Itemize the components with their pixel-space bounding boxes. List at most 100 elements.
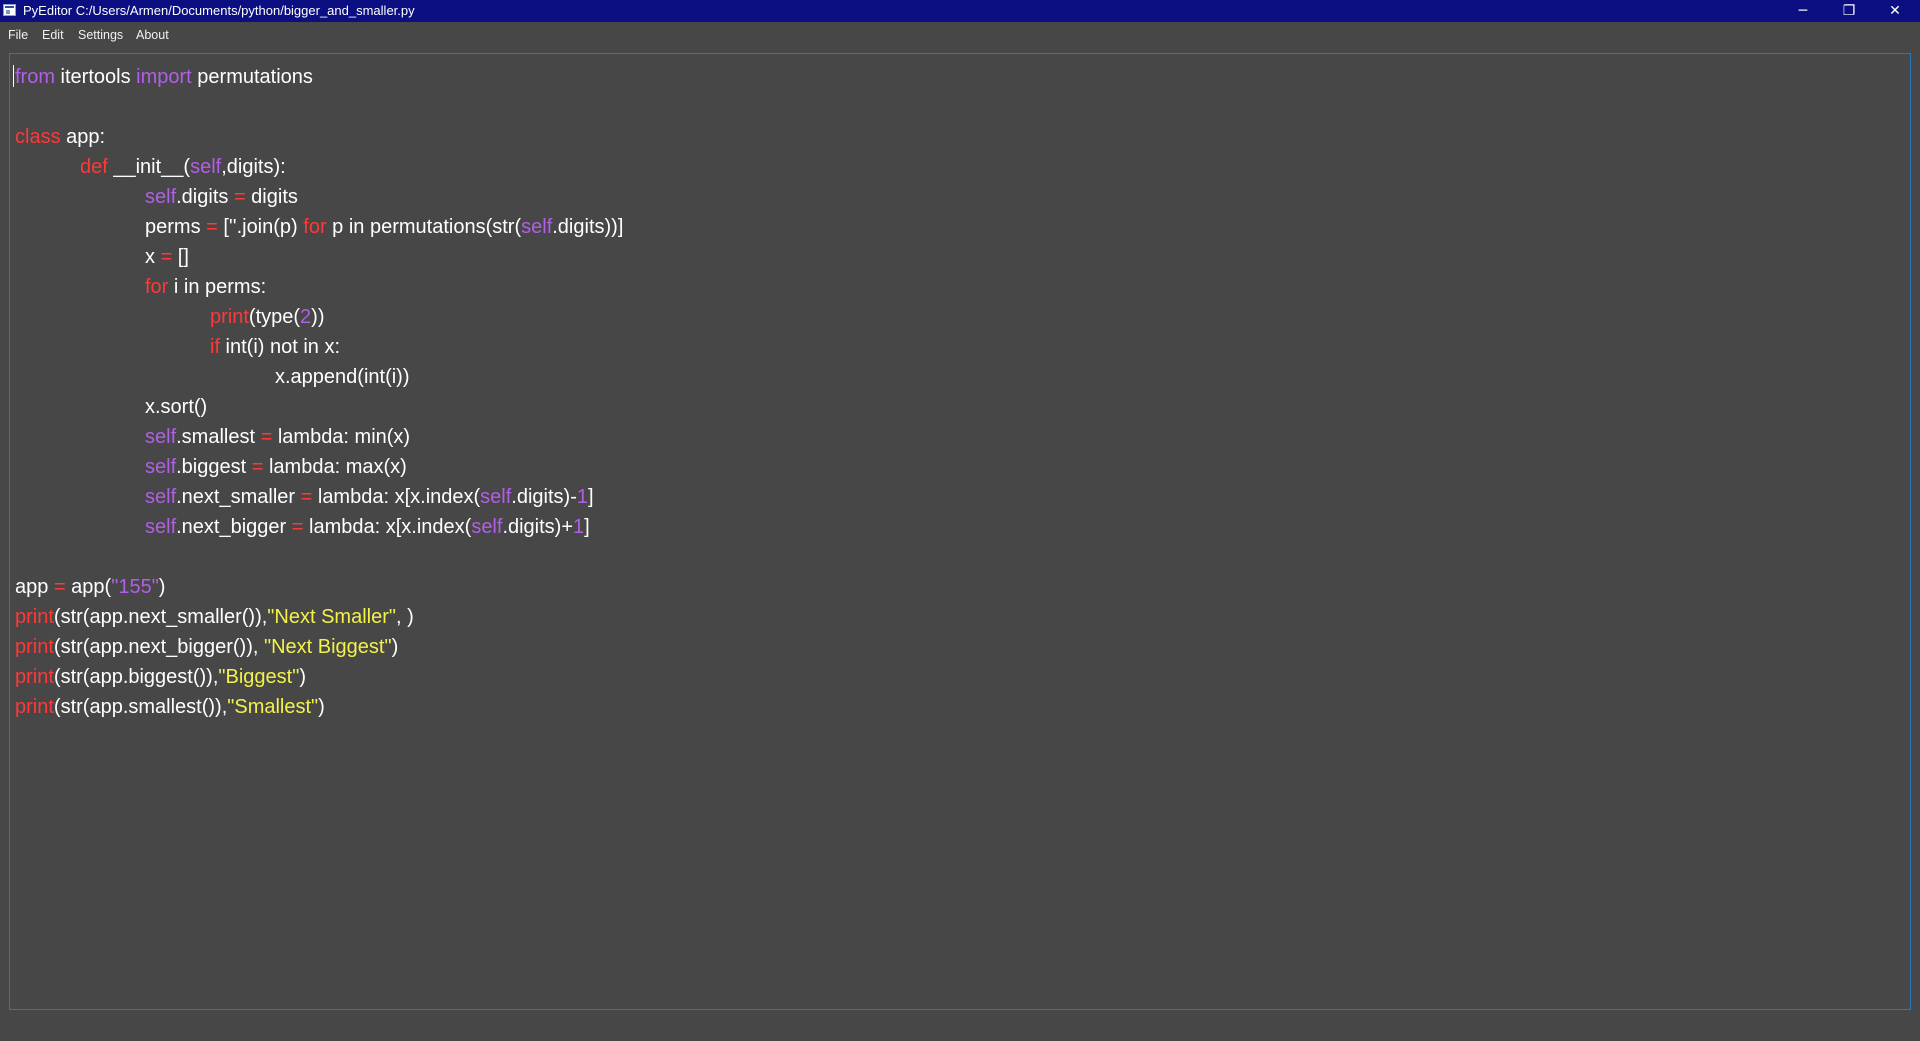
code-token: self bbox=[145, 456, 177, 478]
code-token: print bbox=[15, 636, 54, 658]
code-token: 2 bbox=[300, 306, 312, 328]
code-token: itertools bbox=[55, 66, 137, 88]
app-icon bbox=[3, 4, 16, 16]
code-token: "Smallest" bbox=[227, 696, 319, 718]
code-token: .biggest bbox=[176, 456, 252, 478]
code-token: .digits)- bbox=[511, 486, 577, 508]
code-line: self.next_smaller = lambda: x[x.index(se… bbox=[15, 482, 1910, 512]
code-token: self bbox=[521, 216, 553, 238]
code-token: 1 bbox=[573, 516, 585, 538]
code-text-area[interactable]: from itertools import permutations class … bbox=[15, 62, 1910, 1009]
code-line: for i in perms: bbox=[15, 272, 1910, 302]
close-button[interactable]: ✕ bbox=[1872, 0, 1918, 22]
code-token: def bbox=[80, 156, 108, 178]
code-token: "Next Smaller" bbox=[267, 606, 396, 628]
code-token: print bbox=[15, 606, 54, 628]
code-token: i in perms: bbox=[168, 276, 267, 298]
code-line: self.digits = digits bbox=[15, 182, 1910, 212]
code-token: = bbox=[206, 216, 218, 238]
code-token: self bbox=[471, 516, 503, 538]
code-token: (str(app.smallest()), bbox=[53, 696, 228, 718]
code-token: __init__( bbox=[107, 156, 191, 178]
code-token: self bbox=[145, 426, 177, 448]
code-line: print(str(app.biggest()),"Biggest") bbox=[15, 662, 1910, 692]
code-token: for bbox=[303, 216, 327, 238]
code-line: print(type(2)) bbox=[15, 302, 1910, 332]
code-token: p in permutations(str( bbox=[326, 216, 522, 238]
code-line: print(str(app.smallest()),"Smallest") bbox=[15, 692, 1910, 722]
code-token: [''.join(p) bbox=[217, 216, 304, 238]
code-token: "155" bbox=[111, 576, 159, 598]
menu-bar: File Edit Settings About bbox=[0, 22, 1920, 46]
code-token: , ) bbox=[395, 606, 414, 628]
status-bar bbox=[0, 1010, 1920, 1041]
window-title: PyEditor C:/Users/Armen/Documents/python… bbox=[23, 3, 415, 18]
code-editor[interactable]: from itertools import permutations class … bbox=[9, 53, 1911, 1010]
code-token: .digits))] bbox=[552, 216, 624, 238]
code-token: app: bbox=[60, 126, 106, 148]
code-token: (str(app.biggest()), bbox=[53, 666, 219, 688]
code-line: x = [] bbox=[15, 242, 1910, 272]
code-token: import bbox=[136, 66, 192, 88]
code-token: "Next Biggest" bbox=[263, 636, 392, 658]
menu-about[interactable]: About bbox=[136, 27, 169, 43]
code-token: = bbox=[233, 186, 246, 208]
code-token: print bbox=[15, 666, 54, 688]
code-line: print(str(app.next_smaller()),"Next Smal… bbox=[15, 602, 1910, 632]
code-line: self.biggest = lambda: max(x) bbox=[15, 452, 1910, 482]
code-token: for bbox=[145, 276, 169, 298]
code-token: .smallest bbox=[176, 426, 261, 448]
code-token: if bbox=[210, 336, 220, 358]
code-token: = bbox=[160, 246, 173, 268]
title-bar[interactable]: PyEditor C:/Users/Armen/Documents/python… bbox=[0, 0, 1920, 22]
code-token: [] bbox=[172, 246, 189, 268]
code-line: perms = [''.join(p) for p in permutation… bbox=[15, 212, 1910, 242]
code-line: self.next_bigger = lambda: x[x.index(sel… bbox=[15, 512, 1910, 542]
menu-edit[interactable]: Edit bbox=[42, 27, 64, 43]
code-token: class bbox=[15, 126, 61, 148]
code-token: (str(app.next_smaller()), bbox=[53, 606, 268, 628]
code-token: from bbox=[15, 66, 55, 88]
code-token: lambda: max(x) bbox=[263, 456, 407, 478]
code-token: ,digits): bbox=[221, 156, 286, 178]
code-token: app bbox=[15, 576, 54, 598]
code-token: self bbox=[145, 516, 177, 538]
code-line: x.append(int(i)) bbox=[15, 362, 1910, 392]
minimize-button[interactable]: ─ bbox=[1780, 0, 1826, 22]
code-token: = bbox=[251, 456, 264, 478]
code-line: class app: bbox=[15, 122, 1910, 152]
code-token: ) bbox=[299, 666, 306, 688]
code-token: 1 bbox=[576, 486, 588, 508]
code-token: .digits bbox=[176, 186, 234, 208]
code-token: self bbox=[145, 186, 177, 208]
code-token: x.append(int(i)) bbox=[275, 366, 410, 388]
code-line: if int(i) not in x: bbox=[15, 332, 1910, 362]
code-token: permutations bbox=[191, 66, 313, 88]
code-token: digits bbox=[245, 186, 298, 208]
code-token: (str(app.next_bigger()), bbox=[53, 636, 264, 658]
menu-settings[interactable]: Settings bbox=[78, 27, 123, 43]
code-token: )) bbox=[311, 306, 325, 328]
code-line: from itertools import permutations bbox=[15, 62, 1910, 92]
code-token: lambda: x[x.index( bbox=[303, 516, 472, 538]
code-token: .next_smaller bbox=[176, 486, 301, 508]
code-token: = bbox=[291, 516, 304, 538]
code-token: .next_bigger bbox=[176, 516, 292, 538]
code-token: x bbox=[145, 246, 161, 268]
code-token: print bbox=[15, 696, 54, 718]
menu-file[interactable]: File bbox=[8, 27, 28, 43]
code-token: ) bbox=[391, 636, 399, 658]
code-line: app = app("155") bbox=[15, 572, 1910, 602]
restore-button[interactable]: ❐ bbox=[1826, 0, 1872, 22]
code-token: ] bbox=[584, 516, 590, 538]
code-token: self bbox=[145, 486, 177, 508]
code-token: = bbox=[260, 426, 273, 448]
code-token: x.sort() bbox=[145, 396, 208, 418]
code-token: .digits)+ bbox=[502, 516, 574, 538]
code-token: int(i) not in x: bbox=[220, 336, 341, 358]
text-cursor bbox=[13, 65, 14, 87]
code-token: lambda: min(x) bbox=[272, 426, 411, 448]
code-token: ) bbox=[158, 576, 166, 598]
